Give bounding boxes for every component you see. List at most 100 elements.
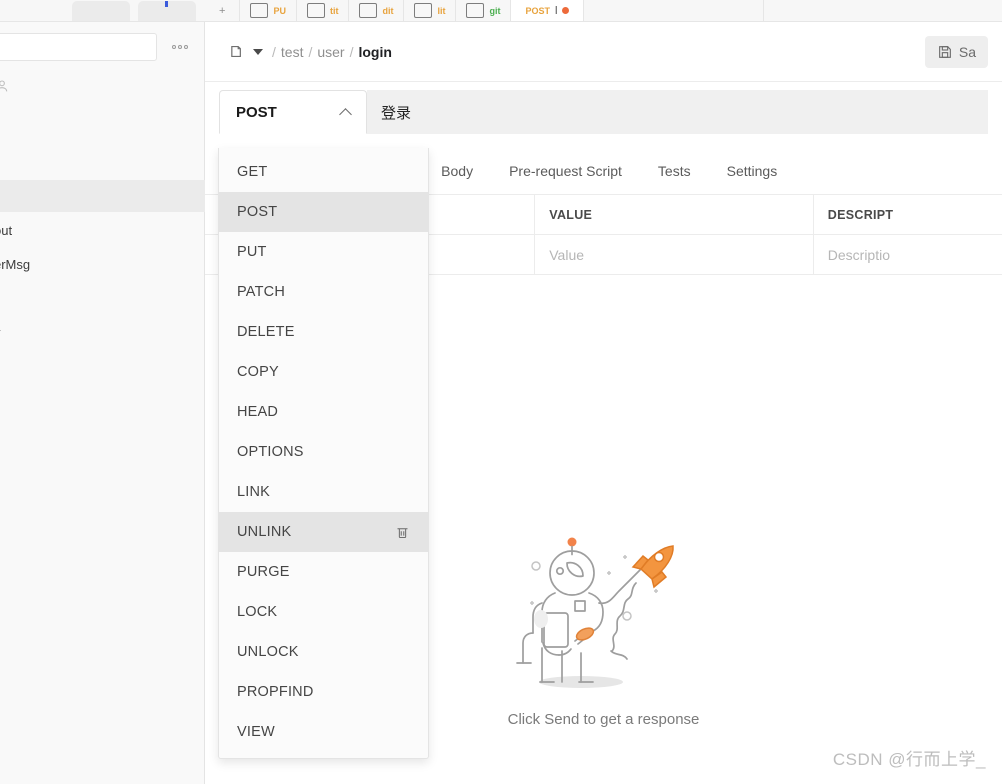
method-option-label: VIEW [237, 724, 275, 740]
method-selector[interactable]: POST [219, 90, 367, 134]
request-tab-icon [466, 3, 485, 18]
sidebar-chip-accent[interactable] [138, 1, 196, 21]
method-option-label: COPY [237, 364, 279, 380]
sidebar-item-selected[interactable] [0, 180, 205, 212]
tab-plus-label: + [219, 4, 226, 17]
request-tab[interactable]: PU [240, 0, 297, 21]
request-tab-icon [359, 3, 378, 18]
cell-description[interactable]: Descriptio [814, 235, 1002, 274]
method-option-label: LINK [237, 484, 271, 500]
search-input[interactable] [0, 33, 157, 61]
tab-tests[interactable]: Tests [640, 148, 709, 194]
postman-window: out erMsg y + PU tit dit lit [0, 0, 1002, 784]
method-option-label: GET [237, 164, 268, 180]
request-tab-active[interactable]: POST l [511, 0, 585, 21]
floppy-disk-icon [938, 45, 951, 58]
method-dropdown-menu: GET POST PUT PATCH DELETE COPY HEAD OPTI… [218, 148, 429, 759]
chevron-up-icon [339, 107, 352, 121]
url-input[interactable]: 登录 [367, 90, 988, 134]
method-option-purge[interactable]: PURGE [219, 552, 428, 592]
astronaut-rocket-illustration [515, 537, 674, 688]
method-option-unlock[interactable]: UNLOCK [219, 632, 428, 672]
save-button-label: Sa [958, 43, 976, 60]
request-tab-method: PU [273, 5, 286, 16]
request-tab-method: tit [329, 5, 339, 16]
method-option-label: PROPFIND [237, 684, 314, 700]
request-tab-icon [414, 3, 433, 18]
sidebar-item[interactable] [0, 282, 205, 314]
sidebar-chip[interactable] [72, 1, 130, 21]
method-option-lock[interactable]: LOCK [219, 592, 428, 632]
request-tab[interactable] [584, 0, 765, 21]
method-option-label: HEAD [237, 404, 279, 420]
method-option-label: PATCH [237, 284, 285, 300]
request-tab[interactable]: lit [404, 0, 457, 21]
rocket-icon [631, 545, 674, 589]
method-option-label: UNLOCK [237, 644, 299, 660]
breadcrumb-bar: / test / user / login Sa [205, 22, 1002, 82]
request-tab-method: lit [437, 5, 446, 16]
sidebar: out erMsg y [0, 0, 205, 784]
sidebar-item-getusermsg[interactable]: erMsg [0, 248, 205, 280]
request-tab-icon [250, 3, 269, 18]
method-option-options[interactable]: OPTIONS [219, 432, 428, 472]
watermark: CSDN @行而上学_ [832, 750, 986, 769]
column-header-value: VALUE [535, 195, 814, 234]
sidebar-item-label: erMsg [0, 256, 31, 272]
request-tab-strip: + PU tit dit lit git POST l [205, 0, 1002, 22]
method-selector-label: POST [236, 103, 277, 121]
folder-icon [231, 45, 241, 58]
breadcrumb-separator: / [272, 43, 276, 60]
column-header-description: DESCRIPT [827, 207, 894, 222]
request-tab[interactable]: tit [296, 0, 350, 21]
method-option-label: OPTIONS [237, 444, 304, 460]
user-icon [0, 80, 8, 92]
method-option-patch[interactable]: PATCH [219, 272, 428, 312]
request-tab[interactable]: git [456, 0, 512, 21]
method-option-label: DELETE [237, 324, 295, 340]
method-option-head[interactable]: HEAD [219, 392, 428, 432]
tab-pre-request-script[interactable]: Pre-request Script [491, 148, 640, 194]
method-option-put[interactable]: PUT [219, 232, 428, 272]
breadcrumb-item-login[interactable]: login [358, 44, 391, 60]
breadcrumb-item-test[interactable]: test [281, 44, 304, 60]
method-option-unlink[interactable]: UNLINK [219, 512, 428, 552]
trash-icon[interactable] [395, 525, 410, 540]
more-options-icon[interactable] [165, 33, 195, 61]
method-option-propfind[interactable]: PROPFIND [219, 672, 428, 712]
request-tab-method: POST [525, 5, 550, 16]
method-option-label: PUT [237, 244, 267, 260]
method-option-label: POST [237, 204, 278, 220]
response-hint: Click Send to get a response [507, 711, 700, 728]
tab-body[interactable]: Body [423, 148, 491, 194]
sidebar-item-label: y [0, 325, 1, 340]
method-option-label: PURGE [237, 564, 290, 580]
request-tab-method: dit [382, 5, 394, 16]
method-option-label: LOCK [237, 604, 278, 620]
tab-settings[interactable]: Settings [709, 148, 796, 194]
sidebar-item[interactable]: y [0, 316, 205, 348]
method-option-label: UNLINK [237, 524, 292, 540]
method-option-delete[interactable]: DELETE [219, 312, 428, 352]
tab-add-button[interactable]: + [205, 0, 241, 21]
request-tab[interactable]: dit [349, 0, 405, 21]
method-option-post[interactable]: POST [219, 192, 428, 232]
method-option-copy[interactable]: COPY [219, 352, 428, 392]
method-option-link[interactable]: LINK [219, 472, 428, 512]
sidebar-item-label: out [0, 222, 13, 238]
request-tab-method: git [489, 5, 501, 16]
url-bar: POST 登录 [205, 82, 1002, 142]
url-input-value: 登录 [381, 104, 412, 122]
breadcrumb-item-user[interactable]: user [317, 44, 344, 60]
unsaved-indicator-icon [562, 7, 570, 14]
request-tab-name: l [554, 4, 558, 17]
method-option-view[interactable]: VIEW [219, 712, 428, 752]
chevron-down-icon[interactable] [253, 48, 263, 55]
method-option-get[interactable]: GET [219, 152, 428, 192]
sidebar-search-row [0, 30, 205, 64]
breadcrumb-separator: / [308, 43, 313, 60]
cell-value[interactable]: Value [535, 235, 814, 274]
save-button[interactable]: Sa [924, 35, 988, 68]
request-tab-icon [306, 3, 325, 18]
sidebar-item-logout[interactable]: out [0, 214, 205, 246]
